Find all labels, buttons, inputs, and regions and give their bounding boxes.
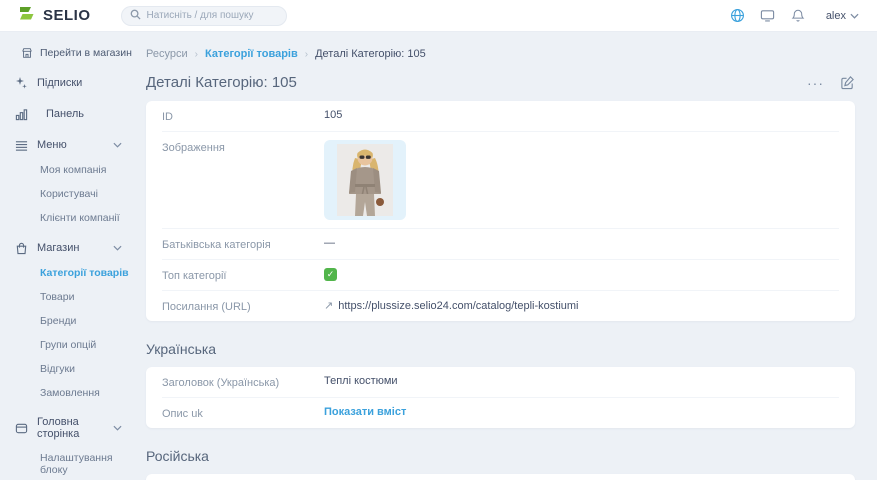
external-link-icon: ↗: [324, 299, 333, 312]
sidebar-item-company-clients[interactable]: Клієнти компанії: [14, 212, 136, 224]
field-value: —: [324, 237, 335, 249]
detail-row-uk-title: Заголовок (Українська) Теплі костюми: [162, 367, 839, 397]
sidebar-item-products[interactable]: Товари: [14, 291, 136, 303]
section-title-russian: Російська: [146, 448, 855, 464]
field-label: Зображення: [162, 140, 324, 154]
category-url-link[interactable]: https://plussize.selio24.com/catalog/tep…: [338, 300, 578, 312]
breadcrumb-separator: ›: [195, 49, 198, 60]
sidebar-item-label: Підписки: [37, 77, 82, 89]
shopping-bag-icon: [14, 241, 28, 255]
sidebar-item-reviews[interactable]: Відгуки: [14, 363, 136, 375]
sidebar-item-subscriptions[interactable]: Підписки: [14, 76, 136, 90]
sidebar-item-option-groups[interactable]: Групи опцій: [14, 339, 136, 351]
sidebar-item-block-settings[interactable]: Налаштування блоку: [14, 452, 136, 476]
sparkles-icon: [14, 76, 28, 90]
menu-lines-icon: [14, 138, 28, 152]
sidebar-item-users[interactable]: Користувачі: [14, 188, 136, 200]
search-icon: [130, 9, 141, 23]
chevron-down-icon: [113, 422, 122, 434]
app-logo[interactable]: SELIO: [18, 5, 91, 26]
field-label: Батьківська категорія: [162, 237, 324, 251]
breadcrumb-resources[interactable]: Ресурси: [146, 48, 188, 60]
field-value: Теплі костюми: [324, 375, 398, 387]
field-label: Заголовок (Українська): [162, 375, 324, 389]
chevron-down-icon: [113, 242, 122, 254]
sidebar-item-my-company[interactable]: Моя компанія: [14, 164, 136, 176]
user-menu[interactable]: alex: [826, 10, 859, 22]
sidebar-item-orders[interactable]: Замовлення: [14, 387, 136, 399]
breadcrumb-categories-link[interactable]: Категорії товарів: [205, 48, 298, 60]
detail-row-ru-title: Заголовок (Російська) Тёплые костюмы: [162, 474, 839, 480]
field-label: Опис uk: [162, 406, 324, 420]
sidebar-item-panel[interactable]: Панель: [14, 107, 136, 121]
ukrainian-section-card: Заголовок (Українська) Теплі костюми Опи…: [146, 367, 855, 428]
category-image-thumbnail[interactable]: [324, 140, 406, 220]
breadcrumb: Ресурси › Категорії товарів › Деталі Кат…: [146, 48, 855, 60]
sidebar-group-label: Головна сторінка: [37, 416, 104, 440]
field-label: ID: [162, 109, 324, 123]
field-label: Топ категорії: [162, 268, 324, 282]
sidebar-item-go-to-store[interactable]: Перейти в магазин: [14, 46, 136, 60]
sidebar-group-label: Меню: [37, 139, 67, 151]
breadcrumb-current: Деталі Категорію: 105: [315, 48, 426, 60]
monitor-icon[interactable]: [760, 8, 776, 24]
detail-row-uk-description: Опис uk Показати вміст: [162, 397, 839, 428]
sidebar-group-label: Магазин: [37, 242, 79, 254]
detail-row-image: Зображення: [162, 131, 839, 228]
selio-logo-icon: [18, 5, 36, 26]
breadcrumb-separator: ›: [305, 49, 308, 60]
sidebar-group-menu[interactable]: Меню: [14, 138, 136, 152]
user-name: alex: [826, 10, 846, 22]
search-input[interactable]: [147, 10, 278, 21]
field-value: 105: [324, 109, 342, 121]
sidebar-item-label: Панель: [46, 108, 84, 120]
language-globe-icon[interactable]: [730, 8, 746, 24]
browser-window-icon: [14, 421, 28, 435]
logo-text: SELIO: [43, 7, 91, 24]
section-title-ukrainian: Українська: [146, 341, 855, 357]
more-actions-button[interactable]: ···: [807, 78, 824, 88]
chevron-down-icon: [850, 10, 859, 22]
bar-chart-icon: [14, 107, 28, 121]
sidebar-item-product-categories[interactable]: Категорії товарів: [14, 267, 136, 279]
detail-row-url: Посилання (URL) ↗ https://plussize.selio…: [162, 290, 839, 321]
sidebar-item-brands[interactable]: Бренди: [14, 315, 136, 327]
main-content: Ресурси › Категорії товарів › Деталі Кат…: [136, 32, 877, 480]
global-search[interactable]: [121, 6, 287, 26]
detail-row-id: ID 105: [162, 101, 839, 131]
field-label: Посилання (URL): [162, 299, 324, 313]
edit-button[interactable]: [840, 75, 855, 90]
detail-row-parent-category: Батьківська категорія —: [162, 228, 839, 259]
top-header: SELIO: [0, 0, 877, 32]
page-title: Деталі Категорію: 105: [146, 74, 297, 91]
notifications-bell-icon[interactable]: [790, 8, 806, 24]
sidebar-group-shop[interactable]: Магазин: [14, 241, 136, 255]
storefront-icon: [20, 46, 34, 60]
russian-section-card: Заголовок (Російська) Тёплые костюмы Опи…: [146, 474, 855, 480]
sidebar-group-homepage[interactable]: Головна сторінка: [14, 416, 136, 440]
sidebar: Перейти в магазин Підписки Панель: [0, 32, 136, 480]
show-content-link[interactable]: Показати вміст: [324, 406, 406, 418]
checked-checkbox-icon: ✓: [324, 268, 337, 281]
detail-row-top-category: Топ категорії ✓: [162, 259, 839, 290]
chevron-down-icon: [113, 139, 122, 151]
category-photo: [337, 144, 393, 216]
sidebar-item-label: Перейти в магазин: [40, 47, 132, 59]
category-details-card: ID 105 Зображення: [146, 101, 855, 321]
